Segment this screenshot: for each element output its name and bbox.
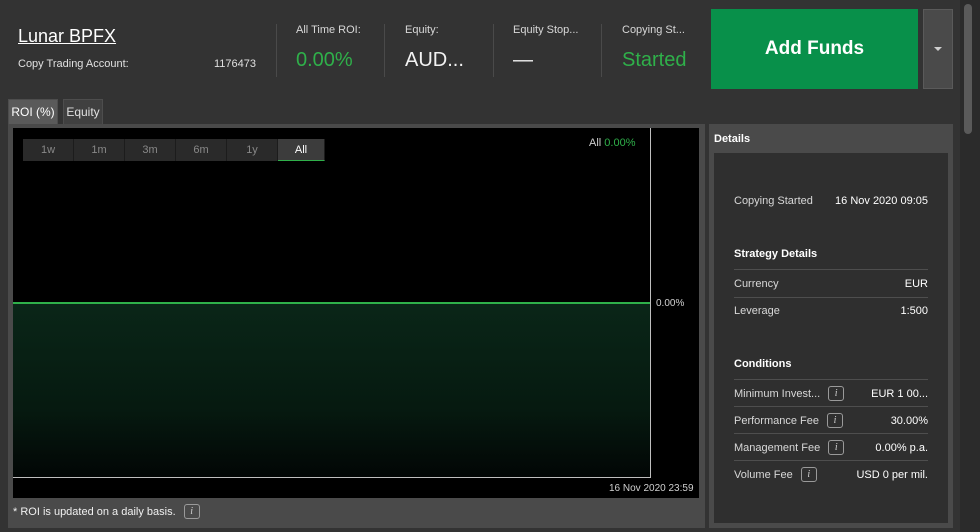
equity-stat: Equity: AUD... xyxy=(405,24,464,72)
tab-roi[interactable]: ROI (%) xyxy=(8,99,58,124)
management-fee-label-group: Management Fee i xyxy=(734,440,845,455)
copying-started-row: Copying Started 16 Nov 2020 09:05 xyxy=(734,195,928,207)
volume-fee-label: Volume Fee xyxy=(734,468,793,481)
details-title: Details xyxy=(714,133,751,145)
page-scrollbar[interactable] xyxy=(960,0,980,532)
conditions-heading: Conditions xyxy=(734,358,792,370)
leverage-value: 1:500 xyxy=(900,305,928,317)
volume-fee-row: Volume Fee i USD 0 per mil. xyxy=(734,467,928,482)
roi-value: 0.00% xyxy=(296,49,353,71)
divider xyxy=(384,24,385,77)
chart-panel: 1w 1m 3m 6m 1y All All 0.00% 0.00% 16 No… xyxy=(8,124,705,528)
info-icon[interactable]: i xyxy=(800,467,817,482)
divider xyxy=(734,460,928,461)
roi-area-fill xyxy=(13,302,650,478)
performance-fee-label-group: Performance Fee i xyxy=(734,413,843,428)
range-selector: 1w 1m 3m 6m 1y All xyxy=(23,139,325,161)
info-icon[interactable]: i xyxy=(828,440,845,455)
divider xyxy=(601,24,602,77)
minimum-investment-label-group: Minimum Invest... i xyxy=(734,386,845,401)
info-icon[interactable]: i xyxy=(826,413,843,428)
copying-started-label: Copying Started xyxy=(734,195,813,207)
copying-status-label: Copying St... xyxy=(622,24,685,36)
add-funds-button[interactable]: Add Funds xyxy=(711,9,918,89)
range-all-button[interactable]: All xyxy=(278,139,325,161)
range-3m-button[interactable]: 3m xyxy=(125,139,176,161)
range-1w-button[interactable]: 1w xyxy=(23,139,74,161)
performance-fee-label: Performance Fee xyxy=(734,414,819,427)
roi-series-line xyxy=(13,302,650,304)
info-icon[interactable]: i xyxy=(183,504,200,519)
equity-stop-label: Equity Stop... xyxy=(513,24,579,36)
tab-equity[interactable]: Equity xyxy=(63,99,103,124)
currency-row: Currency EUR xyxy=(734,278,928,290)
info-icon[interactable]: i xyxy=(828,386,845,401)
legend-value: 0.00% xyxy=(604,137,636,149)
divider xyxy=(493,24,494,77)
management-fee-row: Management Fee i 0.00% p.a. xyxy=(734,440,928,455)
account-number: 1176473 xyxy=(213,58,256,70)
account-name-link[interactable]: Lunar BPFX xyxy=(18,26,258,47)
divider xyxy=(276,24,277,77)
roi-footnote: * ROI is updated on a daily basis. i xyxy=(13,504,200,519)
account-summary: Lunar BPFX Copy Trading Account: 1176473 xyxy=(18,26,258,70)
y-axis xyxy=(650,128,651,478)
divider xyxy=(734,379,928,380)
y-tick-label: 0.00% xyxy=(656,298,685,309)
performance-fee-row: Performance Fee i 30.00% xyxy=(734,413,928,428)
minimum-investment-row: Minimum Invest... i EUR 1 00... xyxy=(734,386,928,401)
details-content: Copying Started 16 Nov 2020 09:05 Strate… xyxy=(714,153,948,523)
divider xyxy=(734,269,928,270)
copying-status-value: Started xyxy=(622,49,687,71)
chevron-down-icon xyxy=(934,47,942,51)
equity-value: AUD... xyxy=(405,49,464,71)
leverage-row: Leverage 1:500 xyxy=(734,305,928,317)
equity-label: Equity: xyxy=(405,24,439,36)
details-panel: Details Copying Started 16 Nov 2020 09:0… xyxy=(709,124,953,528)
performance-fee-value: 30.00% xyxy=(890,414,928,427)
copying-status-stat: Copying St... Started xyxy=(622,24,686,72)
account-label: Copy Trading Account: xyxy=(18,58,129,70)
minimum-investment-value: EUR 1 00... xyxy=(871,387,928,400)
range-1y-button[interactable]: 1y xyxy=(227,139,278,161)
volume-fee-label-group: Volume Fee i xyxy=(734,467,817,482)
scrollbar-thumb[interactable] xyxy=(964,4,972,134)
strategy-details-heading: Strategy Details xyxy=(734,248,818,260)
range-6m-button[interactable]: 6m xyxy=(176,139,227,161)
currency-value: EUR xyxy=(904,278,928,290)
volume-fee-value: USD 0 per mil. xyxy=(856,468,928,481)
roi-label: All Time ROI: xyxy=(296,24,361,36)
footnote-text: * ROI is updated on a daily basis. xyxy=(13,505,176,518)
account-number-row: Copy Trading Account: 1176473 xyxy=(18,58,256,70)
management-fee-value: 0.00% p.a. xyxy=(875,441,928,454)
minimum-investment-label: Minimum Invest... xyxy=(734,387,821,400)
leverage-label: Leverage xyxy=(734,305,780,317)
x-tick-label: 16 Nov 2020 23:59 xyxy=(609,483,694,494)
chart-legend: All 0.00% xyxy=(589,137,636,149)
x-axis xyxy=(13,477,651,478)
management-fee-label: Management Fee xyxy=(734,441,821,454)
copying-started-value: 16 Nov 2020 09:05 xyxy=(835,195,928,207)
equity-stop-value: — xyxy=(513,49,533,71)
divider xyxy=(734,406,928,407)
roi-chart: 1w 1m 3m 6m 1y All All 0.00% 0.00% 16 No… xyxy=(13,128,699,498)
more-actions-dropdown[interactable] xyxy=(923,9,953,89)
legend-label: All xyxy=(589,137,602,149)
divider xyxy=(734,433,928,434)
currency-label: Currency xyxy=(734,278,779,290)
range-1m-button[interactable]: 1m xyxy=(74,139,125,161)
equity-stop-stat: Equity Stop... — xyxy=(513,24,578,72)
divider xyxy=(734,297,928,298)
roi-stat: All Time ROI: 0.00% xyxy=(296,24,361,72)
account-header: Lunar BPFX Copy Trading Account: 1176473… xyxy=(0,0,958,98)
